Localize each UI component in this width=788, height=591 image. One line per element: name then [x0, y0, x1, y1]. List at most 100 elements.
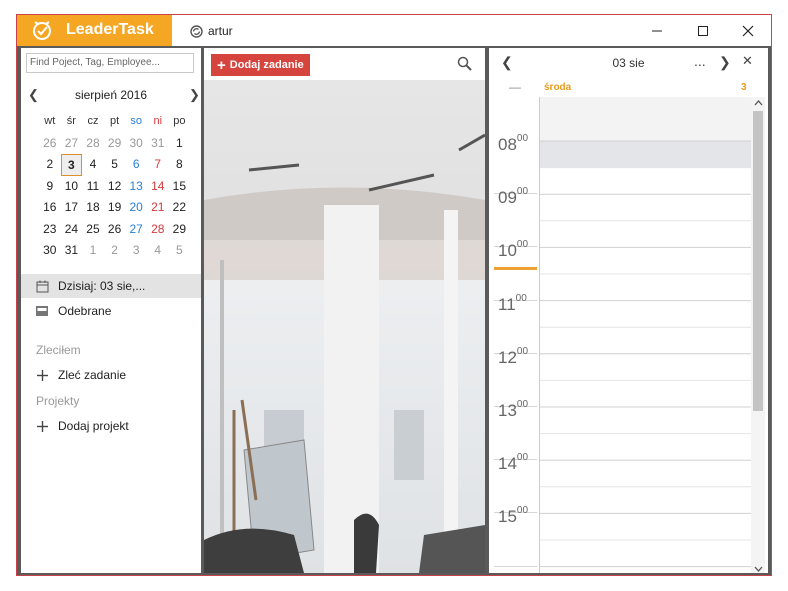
calendar-day[interactable]: 4	[82, 154, 104, 176]
calendar-day[interactable]: 26	[39, 133, 61, 155]
calendar-day[interactable]: 11	[82, 176, 104, 198]
day-column-header: — środa 3	[489, 79, 768, 97]
calendar-week: 23 24 25 26 27 28 29	[39, 219, 190, 241]
calendar-day[interactable]: 20	[125, 197, 147, 219]
hour-value: 08	[498, 135, 517, 154]
calendar-day[interactable]: 22	[169, 197, 191, 219]
hour-label: 0900	[498, 186, 538, 208]
highlighted-slot[interactable]	[539, 141, 751, 168]
hour-label: 1200	[498, 345, 538, 368]
maximize-icon	[698, 26, 708, 36]
minute-value: 00	[516, 452, 529, 464]
calendar-day[interactable]: 6	[125, 154, 147, 176]
next-month-button[interactable]: ❯	[189, 87, 200, 103]
next-day-button[interactable]: ❯	[719, 54, 731, 71]
calendar-day[interactable]: 13	[125, 176, 147, 198]
nav-item-label: Dodaj projekt	[58, 419, 129, 433]
nav-item-received[interactable]: Odebrane	[21, 299, 201, 323]
calendar-day[interactable]: 29	[104, 133, 126, 155]
hour-label: 1100	[498, 293, 538, 315]
day-time-grid[interactable]	[539, 97, 751, 573]
calendar-day[interactable]: 5	[104, 154, 126, 176]
calendar-day[interactable]: 21	[147, 197, 169, 219]
minute-value: 00	[516, 345, 529, 357]
calendar-day[interactable]: 4	[147, 240, 169, 262]
section-projects: Projekty	[36, 394, 80, 408]
close-icon	[742, 25, 754, 37]
calendar-day[interactable]: 2	[104, 240, 126, 262]
calendar-day[interactable]: 3	[125, 240, 147, 262]
weekday-label: wt	[44, 115, 56, 127]
section-delegated: Zleciłem	[36, 343, 81, 357]
calendar-day[interactable]: 28	[147, 219, 169, 241]
scrollbar-thumb[interactable]	[753, 111, 763, 411]
calendar-day[interactable]: 26	[104, 219, 126, 241]
calendar-day[interactable]: 30	[39, 240, 61, 262]
calendar-week: 9 10 11 12 13 14 15	[39, 176, 190, 198]
calendar-day[interactable]: 17	[61, 197, 83, 219]
calendar-day[interactable]: 23	[39, 219, 61, 241]
minute-value: 00	[516, 186, 529, 198]
calendar-day[interactable]: 8	[169, 154, 191, 176]
more-options-button[interactable]: ...	[694, 53, 706, 69]
calendar-day[interactable]: 30	[125, 133, 147, 155]
calendar-day[interactable]: 15	[169, 176, 191, 198]
calendar-week: 2345678	[39, 154, 190, 176]
hour-separator	[494, 565, 537, 567]
calendar-day[interactable]: 29	[169, 219, 191, 241]
add-project-button[interactable]: Dodaj projekt	[21, 414, 201, 438]
hour-label: 1500	[498, 505, 538, 527]
app-window: LeaderTask artur Find Poject, Tag, Emplo…	[16, 14, 772, 576]
calendar-day[interactable]: 16	[39, 197, 61, 219]
nav-item-label: Odebrane	[58, 304, 112, 318]
inbox-icon	[35, 304, 49, 318]
day-view-toolbar: ❮ 03 sie ... ❯ ✕	[489, 48, 768, 78]
minute-value: 00	[516, 133, 529, 144]
hour-value: 11	[498, 294, 516, 314]
calendar-day[interactable]: 27	[125, 219, 147, 241]
calendar-day[interactable]: 19	[104, 197, 126, 219]
task-list-panel: + Dodaj zadanie	[204, 48, 485, 573]
calendar-day[interactable]: 5	[169, 240, 191, 262]
calendar-day[interactable]: 25	[82, 219, 104, 241]
nav-item-today[interactable]: Dzisiaj: 03 sie,...	[21, 274, 201, 298]
calendar-day[interactable]: 7	[147, 154, 169, 176]
calendar-day[interactable]: 1	[82, 240, 104, 262]
calendar-week: 16 17 18 19 20 21 22	[39, 197, 190, 219]
calendar-day[interactable]: 12	[104, 176, 126, 198]
calendar-day[interactable]: 3	[60, 154, 83, 176]
hour-value: 12	[498, 347, 517, 367]
close-window-button[interactable]	[738, 21, 758, 41]
calendar-day[interactable]: 28	[82, 133, 104, 155]
calendar-day[interactable]: 9	[39, 176, 61, 198]
plus-icon	[35, 419, 49, 433]
logo-clock-icon	[33, 21, 51, 40]
scroll-up-icon[interactable]	[754, 99, 763, 106]
add-task-button[interactable]: + Dodaj zadanie	[211, 54, 310, 76]
calendar-day[interactable]: 18	[82, 197, 104, 219]
calendar-day[interactable]: 10	[61, 176, 83, 198]
calendar-day[interactable]: 31	[61, 240, 83, 262]
hour-value: 09	[498, 188, 517, 208]
scroll-down-icon[interactable]	[754, 566, 763, 573]
title-bar: LeaderTask artur	[17, 15, 771, 46]
hour-label: 1000	[498, 239, 538, 261]
calendar-day[interactable]: 24	[61, 219, 83, 241]
plus-icon: +	[217, 56, 226, 74]
calendar-day[interactable]: 2	[39, 154, 61, 176]
calendar-day[interactable]: 1	[169, 133, 191, 155]
minute-value: 00	[516, 505, 529, 517]
calendar-day[interactable]: 31	[147, 133, 169, 155]
close-panel-button[interactable]: ✕	[742, 53, 753, 69]
minimize-button[interactable]	[647, 21, 667, 41]
search-input[interactable]: Find Poject, Tag, Employee...	[26, 53, 194, 73]
search-icon[interactable]	[457, 56, 473, 72]
collapse-all-day-button[interactable]: —	[509, 80, 521, 94]
calendar-month-title: sierpień 2016	[74, 88, 148, 102]
delegate-task-button[interactable]: Zleć zadanie	[21, 363, 201, 387]
left-sidebar: Find Poject, Tag, Employee... ❮ sierpień…	[21, 48, 201, 573]
calendar-day[interactable]: 14	[147, 176, 169, 198]
calendar-day[interactable]: 27	[61, 133, 83, 155]
maximize-button[interactable]	[693, 21, 713, 41]
user-menu[interactable]: artur	[190, 24, 233, 38]
